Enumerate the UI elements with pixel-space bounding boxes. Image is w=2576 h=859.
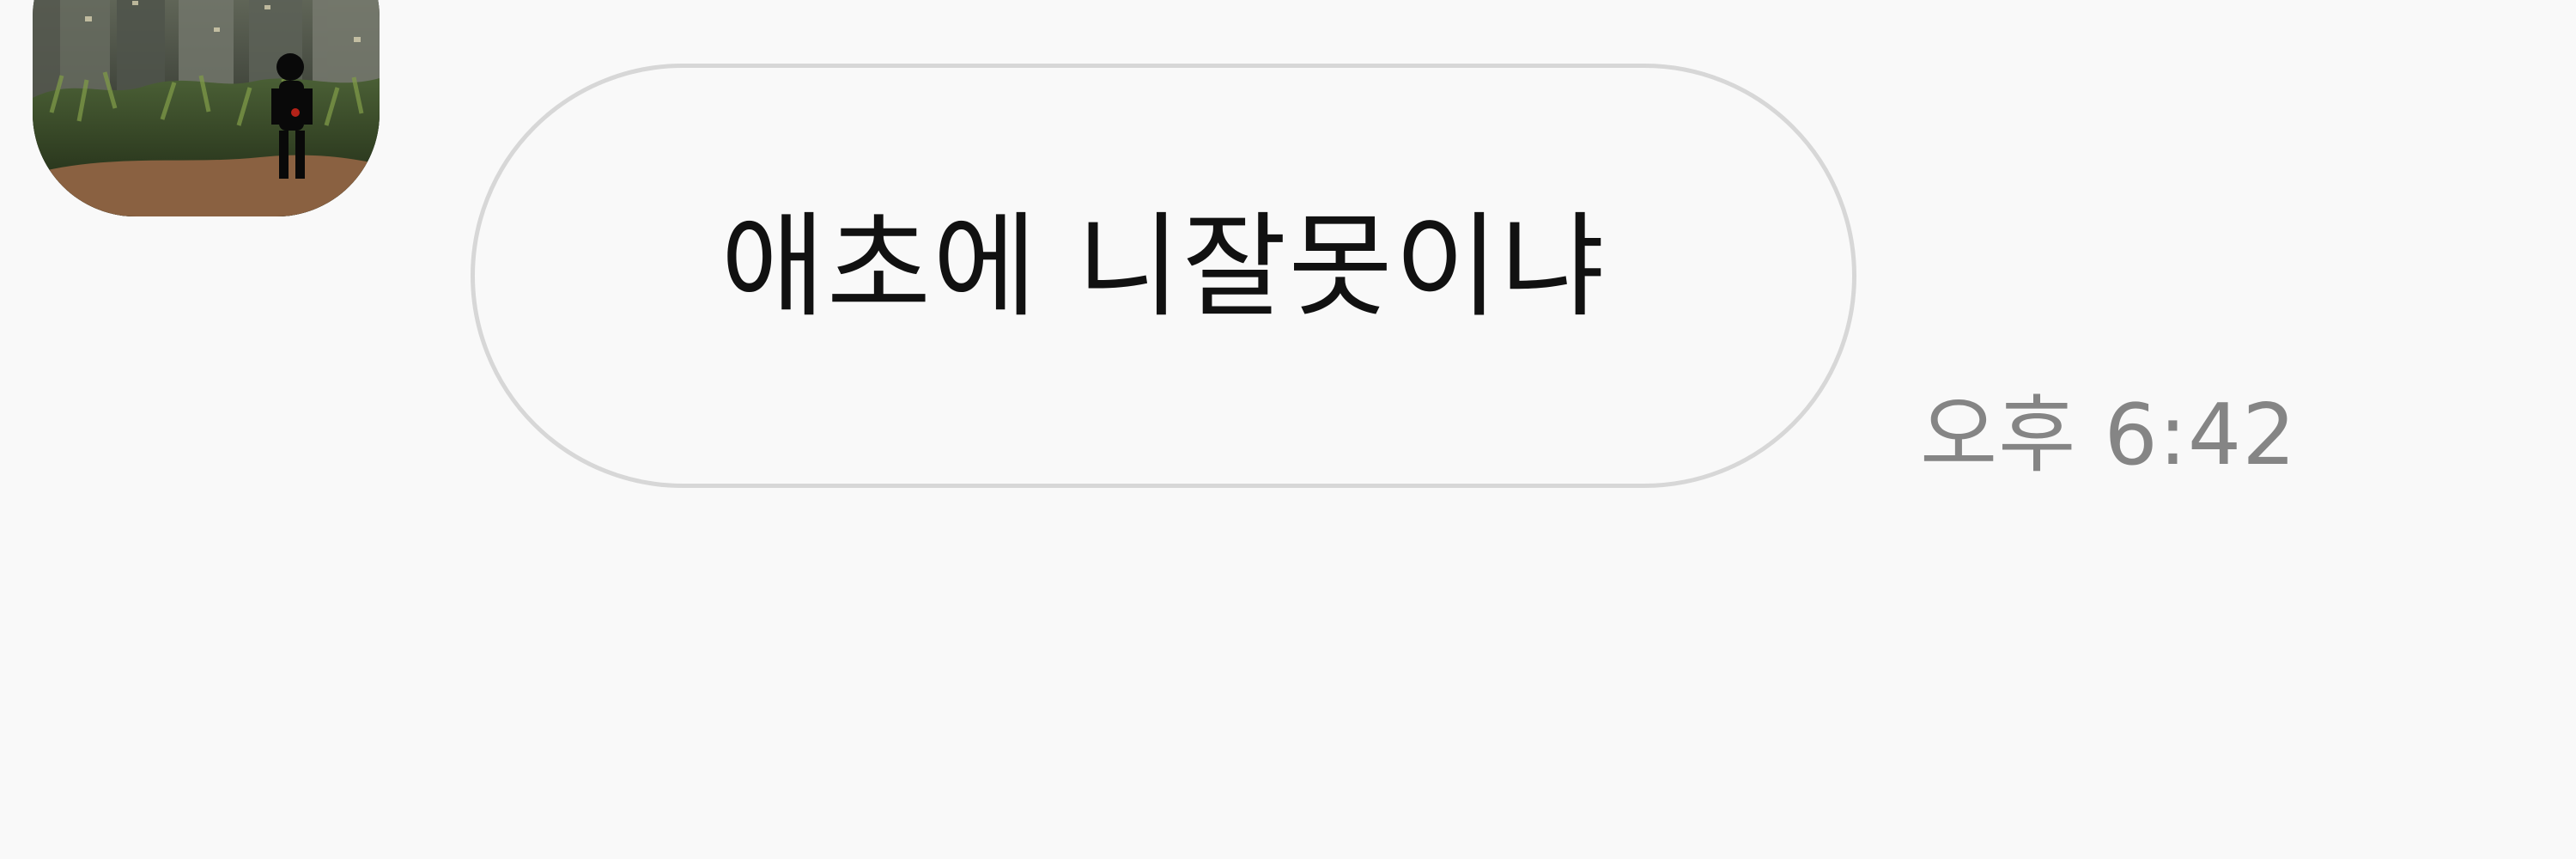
profile-photo-avatar [33, 0, 380, 216]
message-timestamp: 오후 6:42 [1920, 387, 2297, 484]
message-bubble[interactable]: 애초에 니잘못이냐 [471, 64, 1856, 488]
sender-avatar[interactable] [33, 0, 380, 216]
message-text: 애초에 니잘못이냐 [720, 201, 1607, 333]
incoming-message-row: 애초에 니잘못이냐 오후 6:42 [0, 0, 2576, 515]
chat-conversation: 애초에 니잘못이냐 오후 6:42 [0, 0, 2576, 859]
